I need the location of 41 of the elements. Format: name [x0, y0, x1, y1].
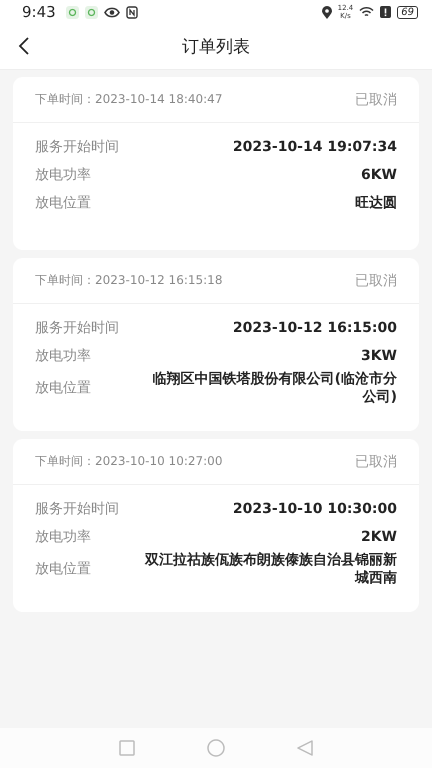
field-value: 3KW [360, 347, 397, 365]
order-card[interactable]: 下单时间：2023-10-12 16:15:18 已取消 服务开始时间 2023-10-12 16:15:00 放电功率 3KW 放电位置 临翔区中国铁塔股份有限公司(临沧市分公司) [13, 258, 419, 431]
field-label: 服务开始时间 [35, 138, 119, 156]
field-label: 放电功率 [35, 347, 91, 365]
eye-icon [104, 6, 120, 18]
field-label: 放电位置 [35, 560, 91, 578]
field-label: 放电位置 [35, 194, 91, 212]
wifi-icon [359, 6, 374, 18]
recents-icon[interactable] [119, 740, 135, 756]
field-value: 2KW [360, 528, 397, 546]
field-label: 放电位置 [35, 379, 91, 397]
status-time: 9:43 [22, 3, 56, 21]
location-icon [322, 6, 332, 18]
alert-icon [380, 6, 392, 18]
home-icon[interactable] [207, 739, 225, 757]
app-icon [66, 6, 79, 18]
field-label: 服务开始时间 [35, 500, 119, 518]
field-value: 临翔区中国铁塔股份有限公司(临沧市分公司) [152, 370, 397, 406]
field-value: 2023-10-14 19:07:34 [232, 138, 397, 156]
order-time: 下单时间：2023-10-12 16:15:18 [35, 272, 222, 289]
app-icon [84, 6, 98, 18]
field-value: 6KW [360, 166, 397, 184]
field-value: 双江拉祜族佤族布朗族傣族自治县锦丽新城西南 [144, 551, 397, 587]
page-title: 订单列表 [182, 36, 250, 58]
order-time: 下单时间：2023-10-14 18:40:47 [35, 91, 222, 108]
field-label: 放电功率 [35, 528, 91, 546]
nfc-icon [126, 6, 138, 18]
field-value: 2023-10-10 10:30:00 [232, 500, 397, 518]
field-value: 2023-10-12 16:15:00 [232, 319, 397, 337]
battery-level: 69 [397, 6, 418, 18]
field-label: 服务开始时间 [35, 319, 119, 337]
order-card[interactable]: 下单时间：2023-10-10 10:27:00 已取消 服务开始时间 2023-10-10 10:30:00 放电功率 2KW 放电位置 双江拉祜族佤族布朗族傣族自治县锦丽新城西南 [13, 439, 419, 612]
order-status: 已取消 [355, 272, 397, 290]
back-icon [18, 36, 30, 56]
order-status: 已取消 [355, 452, 397, 470]
order-card[interactable]: 下单时间：2023-10-14 18:40:47 已取消 服务开始时间 2023-10-14 19:07:34 放电功率 6KW 放电位置 旺达圆 [13, 77, 419, 250]
field-value: 旺达圆 [355, 194, 397, 212]
back-nav-icon[interactable] [297, 740, 313, 756]
order-status: 已取消 [355, 90, 397, 108]
field-label: 放电功率 [35, 166, 91, 184]
order-time: 下单时间：2023-10-10 10:27:00 [35, 453, 222, 470]
